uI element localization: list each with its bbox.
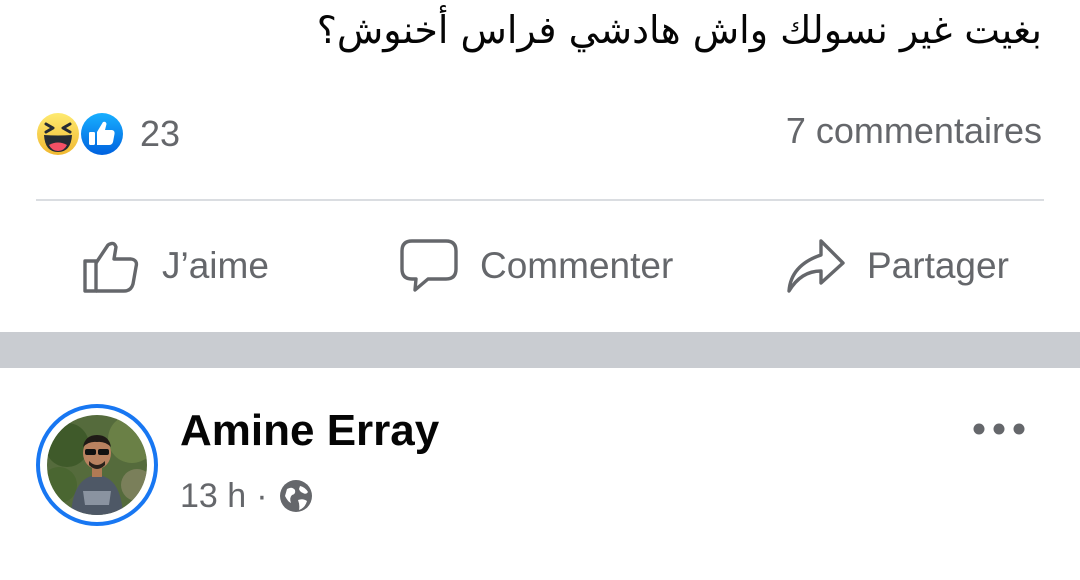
- thumbs-up-icon: [83, 241, 139, 293]
- comment-button[interactable]: Commenter: [398, 234, 673, 298]
- share-label: Partager: [867, 245, 1009, 286]
- feed-separator: [0, 332, 1080, 368]
- facebook-feed: بغيت غير نسولك واش هادشي فراس أخنوش؟ 23 …: [0, 0, 1080, 580]
- haha-icon: [35, 111, 81, 157]
- profile-photo: [47, 415, 147, 515]
- post-time[interactable]: 13 h: [180, 477, 246, 516]
- share-button[interactable]: Partager: [785, 234, 1009, 298]
- like-label: J’aime: [162, 245, 269, 286]
- post-meta: 13 h ·: [180, 474, 314, 518]
- divider: [36, 199, 1044, 201]
- comment-label: Commenter: [480, 245, 674, 286]
- comments-count-link[interactable]: 7 commentaires: [786, 110, 1042, 152]
- reactions-count: 23: [140, 113, 181, 154]
- more-options-icon[interactable]: [968, 414, 1030, 444]
- post-text: بغيت غير نسولك واش هادشي فراس أخنوش؟: [316, 8, 1042, 52]
- share-arrow-icon: [787, 239, 845, 293]
- globe-icon: [279, 480, 312, 512]
- reactions-summary[interactable]: 23: [34, 108, 180, 160]
- meta-separator: ·: [256, 476, 268, 515]
- like-icon: [79, 111, 125, 157]
- avatar[interactable]: [47, 415, 147, 515]
- story-ring[interactable]: [36, 404, 158, 526]
- author-name[interactable]: Amine Erray: [180, 406, 439, 456]
- speech-bubble-icon: [400, 239, 458, 292]
- like-button[interactable]: J’aime: [80, 234, 269, 298]
